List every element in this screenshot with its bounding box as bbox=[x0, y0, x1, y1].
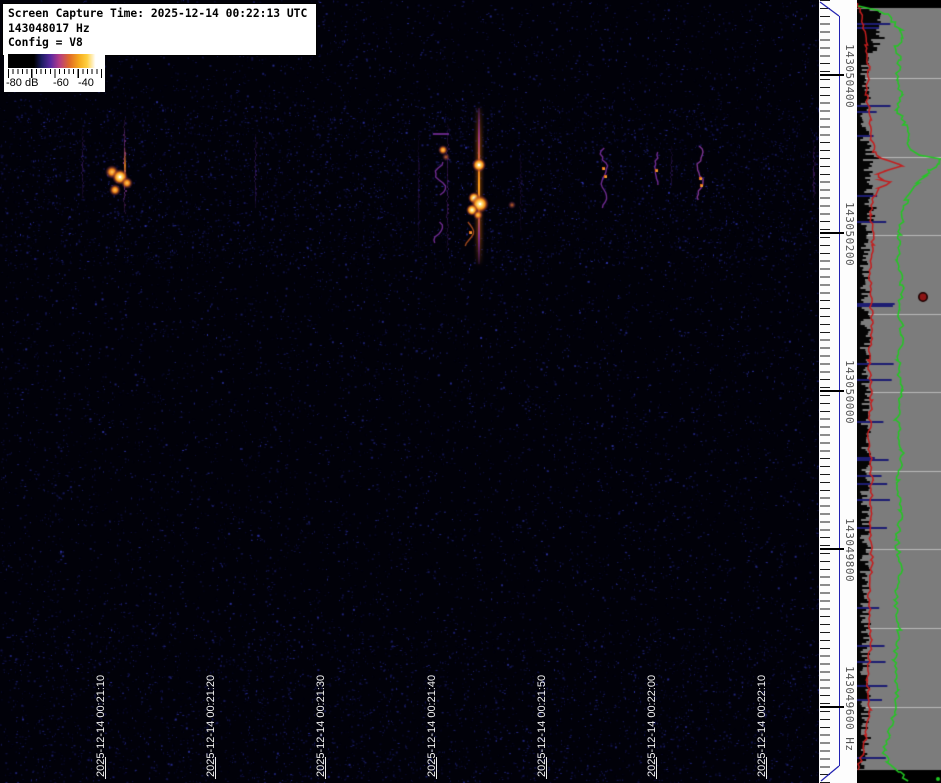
time-axis-label: 2025-12-14 00:21:50 bbox=[546, 653, 562, 783]
time-label-text: 2025-12-14 00:21:50 bbox=[536, 675, 548, 777]
frequency-major-tick bbox=[820, 74, 844, 76]
capture-time-text: Screen Capture Time: 2025-12-14 00:22:13… bbox=[8, 7, 310, 22]
time-label-text: 2025-12-14 00:21:30 bbox=[315, 675, 327, 777]
frequency-major-tick bbox=[820, 706, 844, 708]
time-axis-label: 2025-12-14 00:21:10 bbox=[105, 653, 121, 783]
spectrum-lab-window: 2025-12-14 00:21:00 2025-12-14 00:21:10 … bbox=[0, 0, 941, 783]
time-label-text: 2025-12-14 00:21:10 bbox=[95, 675, 107, 777]
frequency-major-tick bbox=[820, 548, 844, 550]
frequency-label-text: 143050200 bbox=[843, 202, 856, 266]
time-axis-label: 2025-12-14 00:21:30 bbox=[325, 653, 341, 783]
time-axis-label: 2025-12-14 00:22:10 bbox=[766, 653, 782, 783]
spectrogram-waterfall[interactable] bbox=[0, 0, 819, 783]
time-axis-label: 2025-12-14 00:22:00 bbox=[656, 653, 672, 783]
colorbar-label-max: -40 bbox=[78, 77, 94, 89]
frequency-label-text: 143049600 Hz bbox=[843, 666, 856, 751]
time-axis-label: 2025-12-14 00:21:00 bbox=[0, 653, 10, 783]
frequency-label-text: 143049800 bbox=[843, 518, 856, 582]
config-text: Config = V8 bbox=[8, 36, 310, 51]
time-label-text: 2025-12-14 00:22:00 bbox=[646, 675, 658, 777]
frequency-label-text: 143050400 bbox=[843, 44, 856, 108]
time-axis-label: 2025-12-14 00:21:20 bbox=[215, 653, 231, 783]
frequency-major-tick bbox=[820, 390, 844, 392]
intensity-colorbar: -80 dB -60 -40 bbox=[4, 52, 105, 92]
frequency-text: 143048017 Hz bbox=[8, 22, 310, 37]
time-label-text: 2025-12-14 00:21:20 bbox=[205, 675, 217, 777]
capture-info-box: Screen Capture Time: 2025-12-14 00:22:13… bbox=[2, 3, 317, 56]
frequency-label-text: 143050000 bbox=[843, 360, 856, 424]
colorbar-label-min: -80 dB bbox=[6, 77, 38, 89]
live-spectrum-panel[interactable] bbox=[857, 0, 941, 783]
frequency-major-tick bbox=[820, 232, 844, 234]
time-label-text: 2025-12-14 00:21:40 bbox=[426, 675, 438, 777]
time-axis-label: 2025-12-14 00:21:40 bbox=[436, 653, 452, 783]
time-label-text: 2025-12-14 00:22:10 bbox=[756, 675, 768, 777]
colorbar-label-mid: -60 bbox=[53, 77, 69, 89]
colorbar-gradient bbox=[8, 54, 101, 68]
